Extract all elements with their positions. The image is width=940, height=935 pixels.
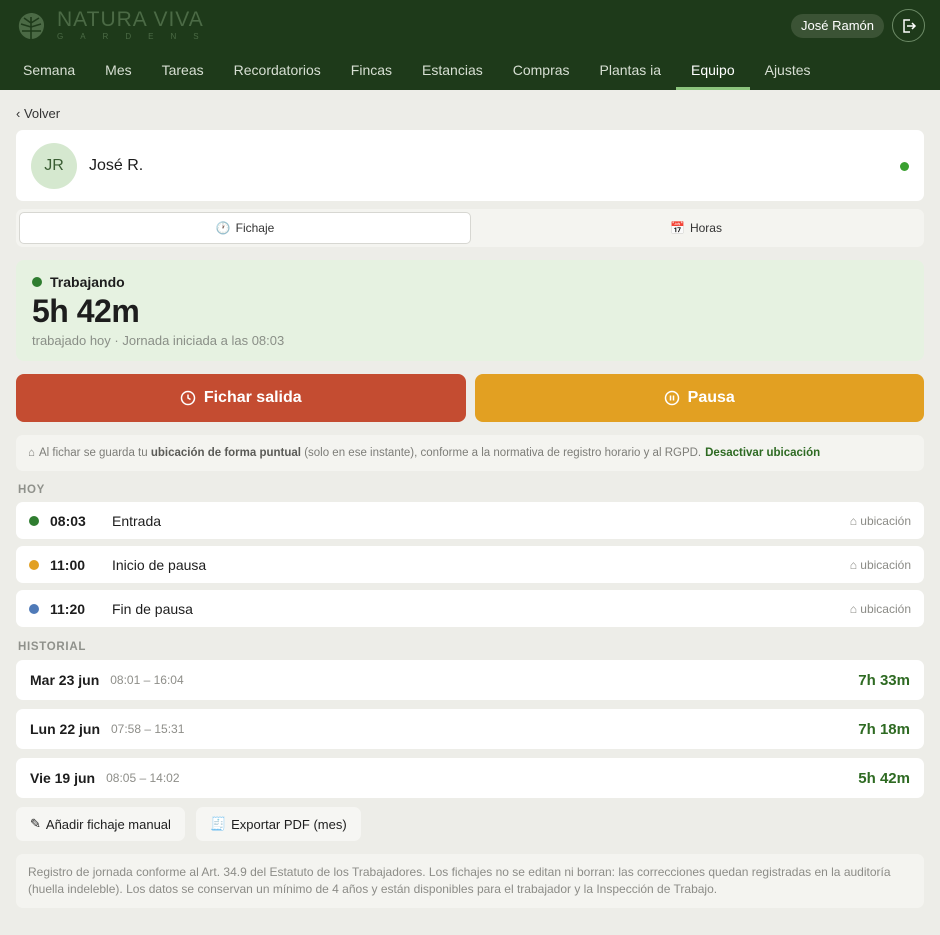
history-item[interactable]: Mar 23 jun 08:01 – 16:04 7h 33m [16, 660, 924, 700]
location-link[interactable]: ⌂ ubicación [850, 558, 911, 572]
nav-tab-recordatorios[interactable]: Recordatorios [219, 50, 336, 90]
tab-fichaje-label: Fichaje [235, 221, 275, 235]
nav-tab-compras[interactable]: Compras [498, 50, 585, 90]
nav-tab-fincas[interactable]: Fincas [336, 50, 407, 90]
brand[interactable]: NATURA VIVA GARDENS [16, 8, 216, 41]
brand-subtitle: GARDENS [57, 32, 216, 41]
tab-fichaje[interactable]: 🕐 Fichaje [19, 212, 471, 244]
monstera-leaf-icon [18, 12, 44, 39]
entry-time: 08:03 [50, 512, 86, 529]
clock-out-label: Fichar salida [203, 389, 302, 406]
clock-actions: Fichar salida Pausa [16, 374, 924, 422]
profile-name: José R. [89, 156, 144, 174]
location-label: ubicación [860, 513, 911, 528]
status-dot [32, 277, 42, 287]
user-chip[interactable]: José Ramón [791, 14, 884, 38]
history-total: 7h 33m [858, 671, 910, 689]
history-item[interactable]: Vie 19 jun 08:05 – 14:02 5h 42m [16, 758, 924, 798]
pause-button[interactable]: Pausa [474, 374, 924, 422]
status-label: Trabajando [50, 274, 125, 290]
list-item: 11:20 Fin de pausa ⌂ ubicación [16, 590, 924, 627]
location-link[interactable]: ⌂ ubicación [850, 602, 911, 616]
top-bar: NATURA VIVA GARDENS José Ramón Semana Me… [0, 0, 940, 90]
history-title: HISTORIAL [18, 641, 87, 653]
back-link[interactable]: ‹ Volver [16, 106, 924, 121]
add-manual-entry-label: Añadir fichaje manual [45, 816, 171, 832]
secondary-actions: ✎ Añadir fichaje manual 🧾 Exportar PDF (… [16, 807, 924, 841]
location-link[interactable]: ⌂ ubicación [850, 514, 911, 528]
disable-location-link[interactable]: Desactivar ubicación [705, 447, 820, 459]
online-status-dot [900, 162, 909, 171]
nav-tab-plantas-ia[interactable]: Plantas ia [585, 50, 676, 90]
receipt-icon: 🧾 [209, 816, 227, 831]
brand-name: NATURA VIVA [57, 8, 204, 31]
history-total: 5h 42m [858, 769, 910, 787]
location-notice: ⌂ Al fichar se guarda tu ubicación de fo… [16, 435, 924, 471]
entry-dot [29, 515, 39, 526]
house-icon: ⌂ [28, 447, 35, 459]
nav-tab-mes[interactable]: Mes [90, 50, 146, 90]
history-item[interactable]: Lun 22 jun 07:58 – 15:31 7h 18m [16, 709, 924, 749]
notice-text-post: (solo en ese instante), conforme a la no… [304, 447, 702, 459]
clock-icon: 🕐 [215, 221, 231, 235]
export-pdf-button[interactable]: 🧾 Exportar PDF (mes) [195, 807, 361, 841]
add-manual-entry-button[interactable]: ✎ Añadir fichaje manual [16, 807, 185, 841]
history-total: 7h 18m [858, 720, 910, 738]
main-nav: Semana Mes Tareas Recordatorios Fincas E… [8, 50, 826, 90]
tab-horas[interactable]: 📅 Horas [471, 212, 921, 244]
entry-time: 11:20 [50, 600, 86, 617]
location-label: ubicación [860, 557, 911, 572]
history-date: Mar 23 jun [30, 672, 100, 688]
nav-tab-semana[interactable]: Semana [8, 50, 90, 90]
logout-button[interactable] [892, 9, 925, 42]
entry-type: Fin de pausa [112, 600, 193, 617]
list-item: 08:03 Entrada ⌂ ubicación [16, 502, 924, 539]
status-subtitle: trabajado hoy · Jornada iniciada a las 0… [32, 333, 285, 348]
profile-card: JR José R. [16, 130, 924, 201]
entry-type: Entrada [112, 512, 162, 529]
entry-dot [29, 603, 39, 614]
clock-out-button[interactable]: Fichar salida [16, 374, 466, 422]
history-list: Mar 23 jun 08:01 – 16:04 7h 33m Lun 22 j… [16, 660, 924, 798]
today-title: HOY [18, 484, 46, 496]
list-item: 11:00 Inicio de pausa ⌂ ubicación [16, 546, 924, 583]
history-range: 07:58 – 15:31 [111, 722, 185, 736]
history-range: 08:01 – 16:04 [110, 673, 184, 687]
nav-tab-tareas[interactable]: Tareas [147, 50, 219, 90]
pencil-icon: ✎ [30, 816, 41, 831]
worked-time: 5h 42m [32, 293, 140, 329]
pause-icon [664, 390, 679, 406]
work-status-card: Trabajando 5h 42m trabajado hoy · Jornad… [16, 260, 924, 361]
notice-text-pre: Al fichar se guarda tu [38, 447, 148, 459]
entry-time: 11:00 [50, 556, 86, 573]
clock-icon [180, 390, 196, 406]
history-range: 08:05 – 14:02 [106, 771, 180, 785]
today-list: 08:03 Entrada ⌂ ubicación 11:00 Inicio d… [16, 502, 924, 627]
history-date: Lun 22 jun [30, 721, 100, 737]
nav-tab-estancias[interactable]: Estancias [407, 50, 498, 90]
export-pdf-label: Exportar PDF (mes) [231, 816, 347, 832]
notice-text-bold: ubicación de forma puntual [150, 447, 301, 459]
view-tabs: 🕐 Fichaje 📅 Horas [16, 209, 924, 247]
calendar-icon: 📅 [670, 221, 685, 235]
location-label: ubicación [860, 601, 911, 616]
tab-horas-label: Horas [689, 221, 722, 235]
legal-notice: Registro de jornada conforme al Art. 34.… [16, 854, 924, 908]
nav-tab-equipo[interactable]: Equipo [676, 50, 750, 90]
entry-dot [29, 559, 39, 570]
logout-icon [902, 18, 916, 33]
entry-type: Inicio de pausa [112, 556, 207, 573]
history-date: Vie 19 jun [30, 770, 96, 786]
pause-label: Pausa [687, 389, 735, 406]
avatar: JR [31, 142, 77, 189]
nav-tab-ajustes[interactable]: Ajustes [750, 50, 826, 90]
